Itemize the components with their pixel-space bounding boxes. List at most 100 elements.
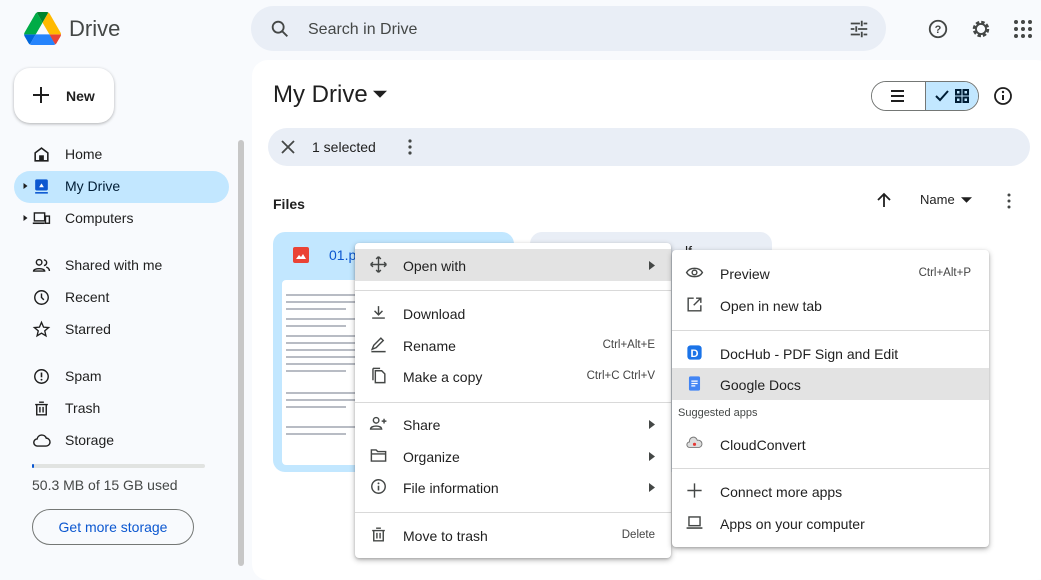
check-icon xyxy=(935,90,949,102)
menu-item-move-to-trash[interactable]: Move to trash Delete xyxy=(355,519,671,551)
page-title[interactable]: My Drive xyxy=(273,83,368,107)
help-icon[interactable]: ? xyxy=(927,18,949,40)
menu-item-label: Move to trash xyxy=(403,528,488,544)
image-file-icon xyxy=(293,247,309,263)
info-icon[interactable] xyxy=(993,86,1013,106)
share-icon xyxy=(369,414,388,433)
new-button[interactable]: New xyxy=(14,68,114,123)
sidebar-item-shared-with-me[interactable]: Shared with me xyxy=(14,249,229,281)
sidebar-item-label: Recent xyxy=(65,289,110,305)
selection-count: 1 selected xyxy=(312,139,376,155)
menu-item-organize[interactable]: Organize xyxy=(355,440,671,472)
sidebar-item-label: Home xyxy=(65,146,103,162)
menu-item-label: Rename xyxy=(403,338,456,354)
submenu-item-cloudconvert[interactable]: CloudConvert xyxy=(672,428,989,460)
sort-dropdown-icon[interactable] xyxy=(961,197,972,204)
files-more-vert-icon[interactable] xyxy=(1005,193,1013,209)
search-icon[interactable] xyxy=(269,18,291,40)
sidebar-item-label: Computers xyxy=(65,210,134,226)
close-icon[interactable] xyxy=(281,140,295,154)
menu-item-label: Open with xyxy=(403,258,467,274)
sort-direction-arrow-up-icon[interactable] xyxy=(876,192,892,208)
sort-by-name-button[interactable]: Name xyxy=(920,193,955,206)
storage-bar xyxy=(32,464,205,468)
menu-item-file-information[interactable]: File information xyxy=(355,471,671,503)
plus-icon xyxy=(31,85,51,105)
menu-item-label: Make a copy xyxy=(403,369,483,385)
view-toggle xyxy=(871,81,979,111)
thumbnail-text-line xyxy=(286,433,346,435)
menu-item-label: Download xyxy=(403,306,466,322)
open-with-submenu: Preview Ctrl+Alt+P Open in new tab D DocHub … xyxy=(672,250,989,547)
search-input[interactable]: Search in Drive xyxy=(308,22,417,38)
cloud-icon xyxy=(32,431,51,450)
apps-icon[interactable] xyxy=(1013,19,1033,39)
star-icon xyxy=(32,320,51,339)
grid-icon xyxy=(955,89,969,103)
submenu-arrow-icon xyxy=(649,483,655,492)
clock-icon xyxy=(32,288,51,307)
shared-icon xyxy=(32,256,51,275)
sidebar-item-trash[interactable]: Trash xyxy=(14,392,229,424)
sidebar-item-recent[interactable]: Recent xyxy=(14,281,229,313)
submenu-item-preview[interactable]: Preview Ctrl+Alt+P xyxy=(672,257,989,289)
sidebar-scrollbar[interactable] xyxy=(238,140,244,566)
menu-divider xyxy=(672,468,989,469)
selection-bar: 1 selected xyxy=(268,128,1030,166)
sidebar-item-home[interactable]: Home xyxy=(14,138,229,170)
submenu-item-connect-more-apps[interactable]: Connect more apps xyxy=(672,475,989,507)
submenu-item-shortcut: Ctrl+Alt+P xyxy=(918,267,971,279)
settings-icon[interactable] xyxy=(970,18,992,40)
submenu-item-google-docs[interactable]: Google Docs xyxy=(672,368,989,400)
submenu-item-label: Google Docs xyxy=(720,377,801,393)
expand-arrow-icon[interactable] xyxy=(23,215,28,221)
thumbnail-text-line xyxy=(286,370,346,372)
files-section-heading: Files xyxy=(273,196,305,212)
sidebar-item-label: Starred xyxy=(65,321,111,337)
sidebar-item-my-drive[interactable]: My Drive xyxy=(14,170,229,202)
laptop-icon xyxy=(685,513,704,532)
submenu-item-label: Preview xyxy=(720,266,770,282)
suggested-apps-heading: Suggested apps xyxy=(678,407,758,419)
thumbnail-text-line xyxy=(286,325,346,327)
menu-item-make-a-copy[interactable]: Make a copy Ctrl+C Ctrl+V xyxy=(355,360,671,392)
list-view-button[interactable] xyxy=(872,82,925,110)
grid-view-button[interactable] xyxy=(925,82,978,110)
download-icon xyxy=(369,303,388,322)
open-with-icon xyxy=(369,255,388,274)
title-dropdown-icon[interactable] xyxy=(373,90,387,100)
menu-divider xyxy=(672,330,989,331)
menu-item-share[interactable]: Share xyxy=(355,408,671,440)
menu-item-open-with[interactable]: Open with xyxy=(355,249,671,281)
my-drive-icon xyxy=(32,177,51,196)
search-options-icon[interactable] xyxy=(848,18,870,40)
home-icon xyxy=(32,145,51,164)
app-title: Drive xyxy=(69,16,121,41)
drive-logo-icon[interactable] xyxy=(24,12,61,45)
sidebar-item-label: My Drive xyxy=(65,178,121,194)
sidebar-item-spam[interactable]: Spam xyxy=(14,360,229,392)
info-icon xyxy=(369,477,388,496)
submenu-item-dochub-pdf-sign-and-edit[interactable]: D DocHub - PDF Sign and Edit xyxy=(672,337,989,369)
sidebar-item-storage[interactable]: Storage xyxy=(14,424,229,456)
sidebar-item-computers[interactable]: Computers xyxy=(14,202,229,234)
expand-arrow-icon[interactable] xyxy=(23,183,28,189)
sidebar-item-starred[interactable]: Starred xyxy=(14,313,229,345)
submenu-item-label: Connect more apps xyxy=(720,484,843,500)
menu-item-shortcut: Ctrl+C Ctrl+V xyxy=(586,370,655,382)
thumbnail-text-line xyxy=(286,308,346,310)
plus-icon xyxy=(685,481,704,500)
more-vert-icon[interactable] xyxy=(406,139,414,155)
menu-item-rename[interactable]: Rename Ctrl+Alt+E xyxy=(355,329,671,361)
file-name[interactable]: 01.p xyxy=(329,248,356,262)
dochub-icon: D xyxy=(685,343,704,362)
search-bar[interactable]: Search in Drive xyxy=(251,6,886,51)
list-icon xyxy=(890,89,905,103)
get-more-storage-button[interactable]: Get more storage xyxy=(32,509,194,545)
sidebar-item-label: Shared with me xyxy=(65,257,163,273)
submenu-item-apps-on-your-computer[interactable]: Apps on your computer xyxy=(672,507,989,539)
submenu-arrow-icon xyxy=(649,261,655,270)
context-menu: Open with Download Rename Ctrl+Alt+E Make a … xyxy=(355,243,671,558)
submenu-item-open-in-new-tab[interactable]: Open in new tab xyxy=(672,289,989,321)
menu-item-download[interactable]: Download xyxy=(355,297,671,329)
